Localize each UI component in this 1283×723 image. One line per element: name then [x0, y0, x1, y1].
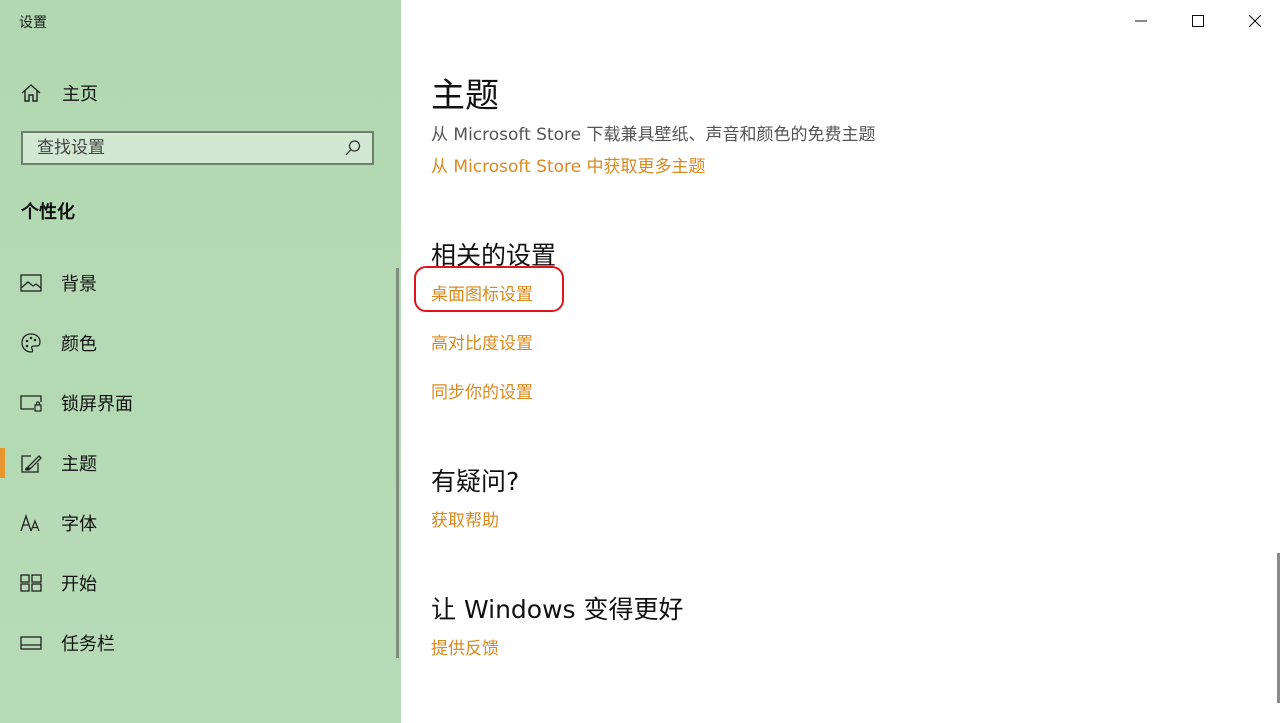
search-box[interactable]	[21, 131, 374, 165]
main-scrollbar[interactable]	[1277, 553, 1280, 703]
minimize-button[interactable]	[1112, 0, 1169, 42]
sidebar-item-start[interactable]: 开始	[0, 553, 401, 613]
desktop-icon-settings-link[interactable]: 桌面图标设置	[431, 280, 533, 305]
sidebar-item-label: 开始	[61, 574, 97, 595]
sidebar-item-colors[interactable]: 颜色	[0, 313, 401, 373]
section-title: 个性化	[21, 202, 75, 223]
sidebar-item-label: 颜色	[61, 334, 97, 355]
page-description: 从 Microsoft Store 下载兼具壁纸、声音和颜色的免费主题	[431, 125, 876, 145]
page-title: 主题	[431, 76, 499, 116]
sidebar-item-label: 背景	[61, 274, 97, 295]
question-title: 有疑问?	[431, 467, 520, 496]
home-icon	[21, 84, 41, 102]
sidebar-item-themes[interactable]: 主题	[0, 433, 401, 493]
app-title: 设置	[19, 15, 47, 31]
lock-screen-icon	[20, 392, 42, 414]
sidebar-nav: 背景 颜色 锁屏界面 主题 字体 开始 任务栏	[0, 253, 401, 673]
sidebar-item-label: 主题	[61, 454, 97, 475]
maximize-button[interactable]	[1169, 0, 1226, 42]
theme-icon	[20, 452, 42, 474]
get-help-link[interactable]: 获取帮助	[431, 506, 499, 531]
sidebar-item-lock-screen[interactable]: 锁屏界面	[0, 373, 401, 433]
palette-icon	[20, 332, 42, 354]
give-feedback-link[interactable]: 提供反馈	[431, 634, 499, 659]
high-contrast-settings-link[interactable]: 高对比度设置	[431, 329, 533, 354]
sidebar-item-label: 字体	[61, 514, 97, 535]
close-icon	[1248, 15, 1261, 27]
sidebar-scrollbar[interactable]	[396, 268, 399, 658]
sidebar-item-label: 锁屏界面	[61, 394, 133, 415]
sidebar-item-background[interactable]: 背景	[0, 253, 401, 313]
sidebar-item-fonts[interactable]: 字体	[0, 493, 401, 553]
search-icon[interactable]	[344, 139, 362, 157]
feedback-title: 让 Windows 变得更好	[431, 595, 684, 624]
maximize-icon	[1191, 15, 1204, 27]
home-label: 主页	[62, 84, 98, 105]
search-input[interactable]	[37, 138, 327, 158]
sidebar: 设置 主页 个性化 背景 颜色 锁	[0, 0, 401, 723]
selected-indicator	[0, 448, 5, 478]
sidebar-item-taskbar[interactable]: 任务栏	[0, 613, 401, 673]
window-controls	[1112, 0, 1283, 42]
font-icon	[20, 512, 42, 534]
taskbar-icon	[20, 632, 42, 654]
sidebar-item-label: 任务栏	[61, 634, 115, 655]
close-button[interactable]	[1226, 0, 1283, 42]
home-nav-item[interactable]: 主页	[20, 80, 98, 106]
picture-icon	[20, 272, 42, 294]
minimize-icon	[1134, 20, 1147, 22]
start-icon	[20, 572, 42, 594]
sync-settings-link[interactable]: 同步你的设置	[431, 378, 533, 403]
store-link[interactable]: 从 Microsoft Store 中获取更多主题	[431, 152, 706, 177]
main-content: 主题 从 Microsoft Store 下载兼具壁纸、声音和颜色的免费主题 从…	[401, 0, 1283, 723]
